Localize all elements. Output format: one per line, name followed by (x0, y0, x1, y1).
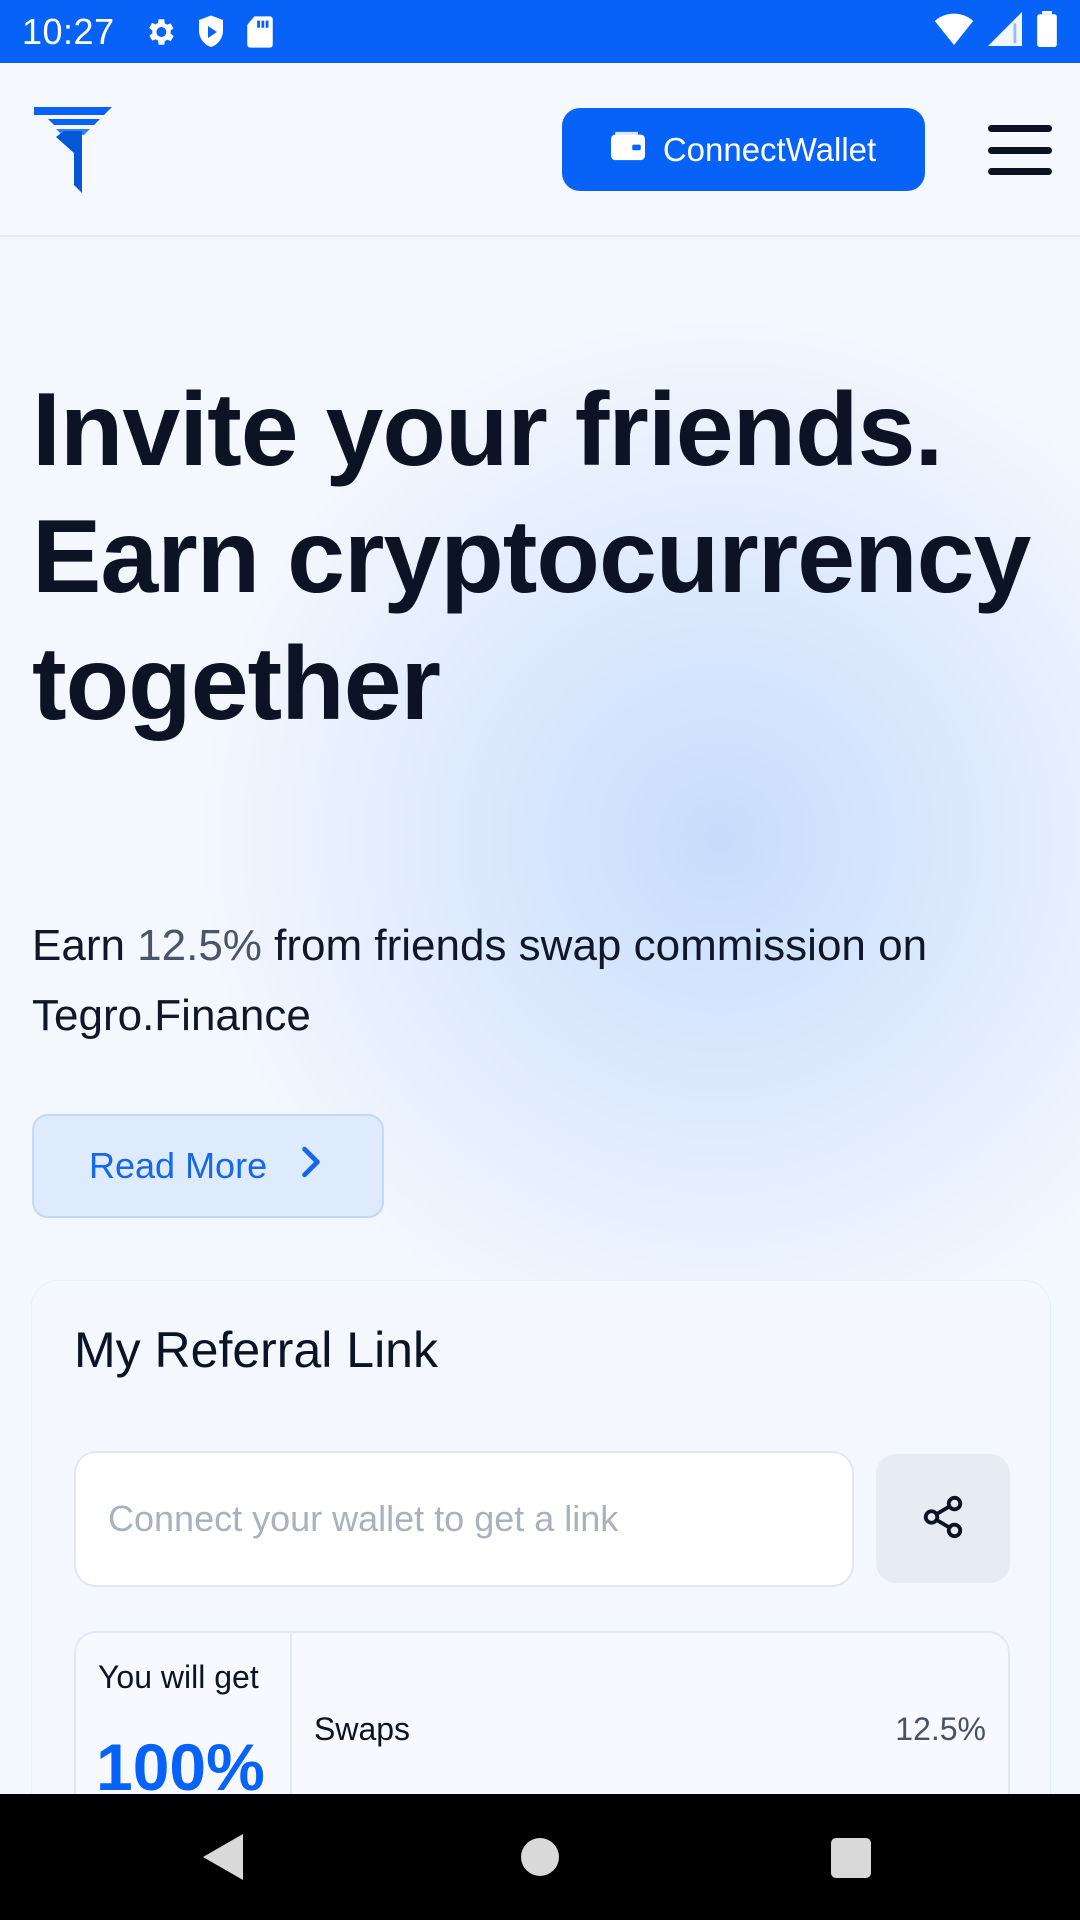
home-icon[interactable] (521, 1838, 559, 1876)
you-will-get-cell: You will get 100% (76, 1633, 292, 1794)
recent-apps-icon[interactable] (831, 1838, 871, 1878)
wifi-icon (934, 13, 974, 50)
commission-percent: 12.5% (137, 921, 262, 970)
reward-row-name: Swaps (314, 1711, 411, 1747)
hero-title: Invite your friends. Earn cryptocurrency… (32, 372, 1031, 742)
app-header: ConnectWallet (0, 63, 1080, 237)
hero-subtitle: Earn 12.5% from friends swap commission … (32, 911, 1052, 1051)
sd-card-icon (245, 15, 275, 49)
share-icon (920, 1494, 966, 1543)
back-icon[interactable] (203, 1834, 243, 1885)
main-content: Invite your friends. Earn cryptocurrency… (0, 239, 1080, 1794)
read-more-label: Read More (89, 1145, 268, 1186)
reward-row-value: 12.5% (895, 1711, 986, 1747)
read-more-button[interactable]: Read More (32, 1114, 384, 1218)
chevron-right-icon (301, 1145, 321, 1187)
signal-icon (988, 12, 1022, 51)
gear-icon (143, 15, 177, 49)
status-time: 10:27 (22, 10, 115, 52)
shield-play-icon (195, 14, 227, 50)
battery-icon (1036, 11, 1058, 52)
you-will-get-label: You will get (98, 1659, 259, 1695)
referral-title: My Referral Link (74, 1322, 438, 1378)
rewards-table: You will get 100% Swaps 12.5% (74, 1631, 1010, 1794)
wallet-icon (610, 131, 645, 169)
you-will-get-value: 100% (96, 1730, 265, 1794)
connect-wallet-button[interactable]: ConnectWallet (562, 108, 925, 191)
status-bar: 10:27 (0, 0, 1080, 63)
hero-subtitle-prefix: Earn (32, 921, 138, 970)
referral-link-input[interactable] (74, 1451, 854, 1587)
system-nav-bar (0, 1794, 1080, 1920)
connect-wallet-label: ConnectWallet (662, 130, 877, 168)
tegro-logo-icon[interactable] (34, 107, 114, 193)
share-button[interactable] (876, 1454, 1010, 1583)
referral-card: My Referral Link You will get 100% Swaps… (32, 1281, 1050, 1794)
hamburger-menu-icon[interactable] (988, 125, 1052, 175)
